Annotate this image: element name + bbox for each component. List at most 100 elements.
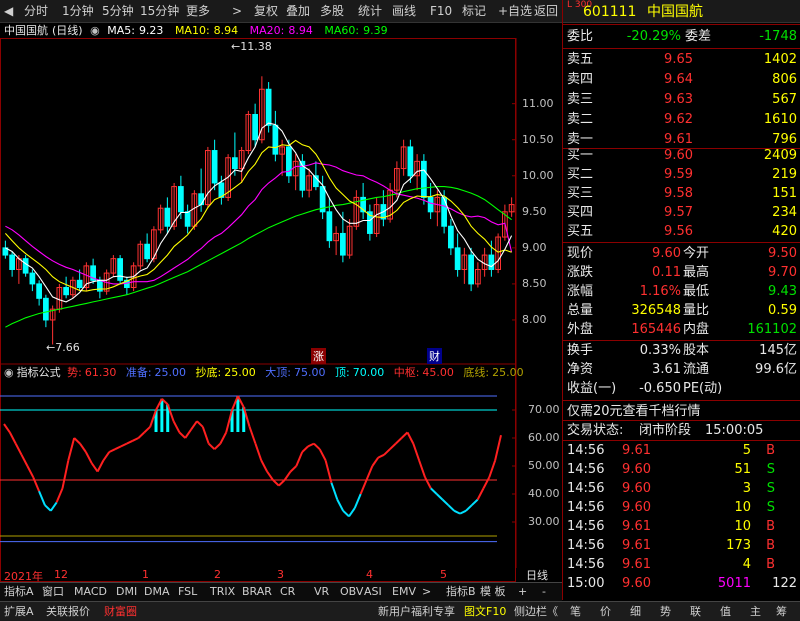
toolbar-item-7[interactable]: 叠加 [286, 3, 310, 19]
indicator-tab-1[interactable]: 窗口 [40, 584, 66, 600]
cai-marker[interactable]: 财 [427, 348, 442, 364]
toolbar-item-14[interactable]: 返回 [534, 3, 558, 19]
indicator-segment [38, 490, 46, 506]
stat-row-1: 涨跌 0.11 最高 9.70 [567, 265, 797, 280]
candle-body [164, 207, 171, 227]
ma5-legend: MA5: 9.23 [107, 24, 164, 37]
indicator-title: ◉ 指标公式 势: 61.30 准备: 25.00 抄底: 25.00 大顶: 75.00… [4, 366, 530, 380]
indicator-tab-9[interactable]: VR [312, 584, 331, 600]
toolbar-item-10[interactable]: 画线 [392, 3, 416, 19]
low-price-note: ←7.66 [46, 341, 80, 354]
indicator-tab-3[interactable]: DMI [114, 584, 139, 600]
tick-row: 14:56 9.61 10 B [567, 519, 775, 534]
peak-bar [236, 396, 240, 432]
toolbar-item-1[interactable]: 1分钟 [62, 3, 94, 19]
indicator-segment [8, 431, 17, 445]
stat-row-0: 现价 9.60 今开 9.50 [567, 246, 797, 261]
candle-body [232, 157, 238, 170]
indicator-segment [32, 476, 41, 492]
status-ad[interactable]: 新用户福利专享 [378, 604, 455, 620]
indicator-tab-2[interactable]: MACD [72, 584, 109, 600]
indicator-segment [108, 448, 116, 453]
toolbar-item-2[interactable]: 5分钟 [102, 3, 134, 19]
toolbar-item-5[interactable]: > [232, 3, 242, 19]
chart-period: (日线) [52, 24, 83, 37]
indicator-segment [114, 445, 122, 451]
zhunbei-legend: 准备: 25.00 [125, 366, 187, 379]
buy-level-5: 买五 9.56 420 [567, 224, 797, 239]
toolbar-item-11[interactable]: F10 [430, 3, 452, 19]
status-right-8[interactable]: 主 [750, 604, 761, 620]
indicator-segment [272, 479, 280, 487]
toolbar-item-13[interactable]: +自选 [498, 3, 532, 19]
status-right-5[interactable]: 势 [660, 604, 671, 620]
candle-body [421, 160, 427, 198]
promo-row[interactable]: 仅需20元查看千档行情 [563, 402, 800, 422]
indicator-segment [283, 471, 292, 481]
indicator-segment [213, 442, 222, 450]
stat-row-2: 涨幅 1.16% 最低 9.43 [567, 284, 797, 299]
status-right-4[interactable]: 细 [630, 604, 641, 620]
sell-level-3: 卖三 9.63 567 [567, 92, 797, 107]
ma60-legend: MA60: 9.39 [324, 24, 388, 37]
status-right-0[interactable]: 图文F10 [464, 604, 506, 620]
status-left-1[interactable]: 关联报价 [46, 604, 90, 620]
candle-body [427, 196, 434, 213]
candle-body [43, 297, 49, 321]
indicator-tab-6[interactable]: TRIX [208, 584, 237, 600]
indicator-tab-15[interactable]: 模 板 [478, 584, 508, 600]
candle-body [36, 283, 42, 299]
chaodi-legend: 抄底: 25.00 [195, 366, 256, 379]
indicator-segment [295, 451, 304, 467]
ma10-legend: MA10: 8.94 [174, 24, 239, 37]
settings-icon[interactable]: ◉ [90, 24, 100, 37]
indicator-segment [44, 504, 52, 512]
toolbar-item-3[interactable]: 15分钟 [140, 3, 179, 19]
indicator-segment [178, 431, 186, 439]
indicator-tab-14[interactable]: 指标B [444, 584, 478, 600]
toolbar-item-6[interactable]: 复权 [254, 3, 278, 19]
indicator-tab-16[interactable]: + [516, 584, 529, 600]
candle-body [272, 124, 279, 155]
toolbar-item-12[interactable]: 标记 [462, 3, 486, 19]
indicator-segment [254, 443, 263, 461]
indicator-segment [120, 442, 128, 448]
status-right-6[interactable]: 联 [690, 604, 701, 620]
zhang-marker[interactable]: 涨 [311, 348, 326, 364]
indicator-tab-4[interactable]: DMA [142, 584, 172, 600]
status-left-2[interactable]: 财富圈 [104, 604, 137, 620]
indicator-segment [418, 460, 426, 478]
back-arrow-icon[interactable]: ◀ [4, 3, 13, 19]
status-right-2[interactable]: 笔 [570, 604, 581, 620]
status-left-0[interactable]: 扩展A [4, 604, 34, 620]
indicator-tab-12[interactable]: EMV [390, 584, 418, 600]
indicator-tab-13[interactable]: > [420, 584, 433, 600]
toolbar-item-9[interactable]: 统计 [358, 3, 382, 19]
status-right-1[interactable]: 侧边栏《 [514, 604, 558, 620]
indicator-segment [400, 431, 409, 439]
indicator-tab-11[interactable]: ASI [362, 584, 384, 600]
time-axis-label: 5 [440, 568, 447, 581]
toolbar-item-4[interactable]: 更多 [186, 3, 210, 19]
time-axis-label: 4 [366, 568, 373, 581]
period-label[interactable]: 日线 [526, 567, 548, 583]
indicator-tab-7[interactable]: BRAR [240, 584, 274, 600]
indicator-tab-17[interactable]: - [540, 584, 548, 600]
status-right-7[interactable]: 值 [720, 604, 731, 620]
time-axis-label: 1 [142, 568, 149, 581]
indicator-segment [313, 442, 321, 450]
indicator-settings-icon[interactable]: ◉ [4, 366, 14, 379]
indicator-tab-8[interactable]: CR [278, 584, 297, 600]
toolbar-item-8[interactable]: 多股 [320, 3, 344, 19]
indicator-tab-0[interactable]: 指标A [2, 584, 36, 600]
indicator-segment [482, 476, 491, 489]
indicator-segment [260, 459, 269, 473]
toolbar-item-0[interactable]: 分时 [24, 3, 48, 19]
status-right-9[interactable]: 筹 [776, 604, 787, 620]
indicator-segment [353, 493, 362, 509]
indicator-tab-5[interactable]: FSL [176, 584, 199, 600]
candle-body [63, 287, 69, 296]
status-right-3[interactable]: 价 [600, 604, 611, 620]
kline-chart[interactable] [0, 38, 562, 582]
stat-row-3: 总量 326548 量比 0.59 [567, 303, 797, 318]
